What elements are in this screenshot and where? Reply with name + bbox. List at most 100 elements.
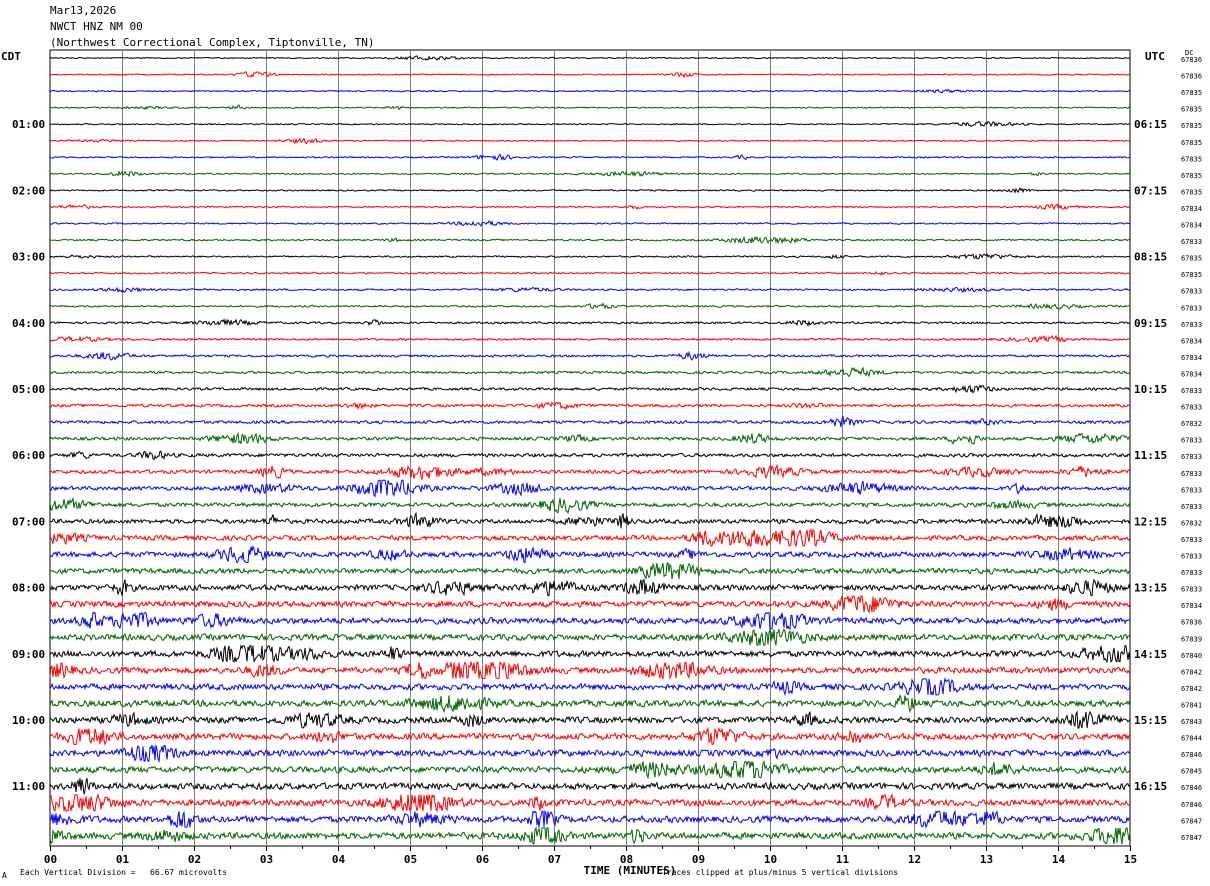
trace-line [49, 778, 1131, 795]
left-time-label: 06:00 [12, 449, 45, 462]
dc-offset-label: 67842 [1181, 685, 1202, 693]
trace-line [49, 384, 1131, 394]
trace-line [49, 595, 1131, 614]
trace-line [49, 270, 1131, 277]
dc-offset-label: 67835 [1181, 271, 1202, 279]
trace-line [49, 544, 1131, 564]
trace-line [49, 366, 1131, 378]
trace-line [49, 496, 1131, 515]
x-tick-label: 01 [116, 853, 130, 866]
trace-line [49, 578, 1131, 597]
dc-offset-label: 67833 [1181, 387, 1202, 395]
trace-line [49, 562, 1131, 580]
left-time-label: 02:00 [12, 184, 45, 197]
left-time-label: 10:00 [12, 714, 45, 727]
left-time-label: 11:00 [12, 780, 45, 793]
dc-offset-label: 67845 [1181, 768, 1202, 776]
helicorder-chart: 00 01 02 03 04 05 06 07 08 09 10 11 12 13 14 15TIME (MI… [12, 49, 1202, 877]
trace-line [49, 463, 1131, 481]
trace-line [49, 318, 1131, 327]
trace-line [49, 187, 1131, 194]
clip-note: Traces clipped at plus/minus 5 vertical … [662, 868, 899, 877]
trace-line [49, 479, 1131, 498]
x-tick-label: 06 [476, 853, 490, 866]
dc-offset-label: 67841 [1181, 701, 1202, 709]
left-time-label: 05:00 [12, 383, 45, 396]
left-time-label: 07:00 [12, 515, 45, 528]
dc-offset-label: 67834 [1181, 205, 1202, 213]
x-tick-label: 02 [188, 853, 201, 866]
x-tick-label: 12 [908, 853, 921, 866]
trace-line [50, 71, 1131, 79]
trace-line [49, 792, 1131, 813]
dc-offset-label: 67834 [1181, 602, 1202, 610]
dc-offset-label: 67834 [1181, 222, 1202, 230]
trace-line [49, 153, 1130, 161]
left-time-label: 08:00 [12, 582, 45, 595]
scale-note: Each Vertical Division = 66.67 microvolt… [20, 868, 228, 877]
left-time-label: 03:00 [12, 251, 45, 264]
dc-offset-label: 67833 [1181, 437, 1202, 445]
right-time-label: 08:15 [1134, 251, 1167, 264]
x-tick-label: 00 [44, 853, 57, 866]
dc-offset-label: 67832 [1181, 420, 1202, 428]
right-time-label: 12:15 [1134, 515, 1167, 528]
trace-line [49, 120, 1131, 128]
dc-offset-label: 67834 [1181, 354, 1202, 362]
trace-line [49, 220, 1131, 227]
dc-offset-label: 67840 [1181, 652, 1202, 660]
x-tick-label: 13 [980, 853, 993, 866]
trace-line [50, 104, 1131, 111]
dc-offset-label: 67833 [1181, 453, 1202, 461]
dc-offset-label: 67842 [1181, 668, 1202, 676]
trace-line [50, 55, 1131, 61]
dc-offset-label: 67847 [1181, 817, 1202, 825]
right-time-label: 10:15 [1134, 383, 1167, 396]
dc-offset-label: 67834 [1181, 370, 1202, 378]
dc-offset-label: 67836 [1181, 619, 1202, 627]
x-tick-label: 07 [548, 853, 561, 866]
x-tick-label: 04 [332, 853, 346, 866]
left-time-label: 09:00 [12, 648, 45, 661]
dc-offset-label: 67833 [1181, 553, 1202, 561]
trace-line [49, 350, 1131, 361]
dc-offset-label: 67833 [1181, 569, 1202, 577]
trace-line [49, 644, 1131, 664]
right-time-label: 06:15 [1134, 118, 1167, 131]
x-tick-label: 05 [404, 853, 417, 866]
trace-line [49, 286, 1131, 293]
x-tick-label: 10 [764, 853, 777, 866]
trace-line [49, 253, 1131, 260]
dc-offset-label: 67833 [1181, 304, 1202, 312]
right-time-label: 11:15 [1134, 449, 1167, 462]
trace-line [49, 401, 1131, 411]
dc-offset-label: 67833 [1181, 586, 1202, 594]
trace-line [50, 137, 1131, 145]
trace-line [49, 415, 1131, 428]
dc-offset-label: 67844 [1181, 735, 1202, 743]
trace-line [49, 203, 1131, 211]
trace-line [49, 450, 1131, 461]
grid [49, 49, 1131, 851]
dc-offset-label: 67846 [1181, 801, 1202, 809]
right-time-label: 13:15 [1134, 582, 1167, 595]
traces [49, 55, 1131, 845]
corner-mark: A [2, 871, 7, 880]
dc-offset-label: 67836 [1181, 73, 1202, 81]
trace-line [49, 431, 1131, 445]
trace-line [49, 826, 1131, 845]
x-tick-label: 09 [692, 853, 705, 866]
dc-offset-label: 67836 [1181, 56, 1202, 64]
right-time-label: 16:15 [1134, 780, 1167, 793]
dc-offset-label: 67834 [1181, 337, 1202, 345]
dc-offset-label: 67835 [1181, 172, 1202, 180]
right-time-label: 07:15 [1134, 184, 1167, 197]
dc-offset-label: 67835 [1181, 255, 1202, 263]
dc-offset-label: 67833 [1181, 503, 1202, 511]
right-time-label: 09:15 [1134, 317, 1167, 330]
dc-offset-label: 67843 [1181, 718, 1202, 726]
dc-offset-label: 67835 [1181, 139, 1202, 147]
dc-offset-label: 67833 [1181, 486, 1202, 494]
left-time-label: 04:00 [12, 317, 45, 330]
x-tick-label: 03 [260, 853, 273, 866]
